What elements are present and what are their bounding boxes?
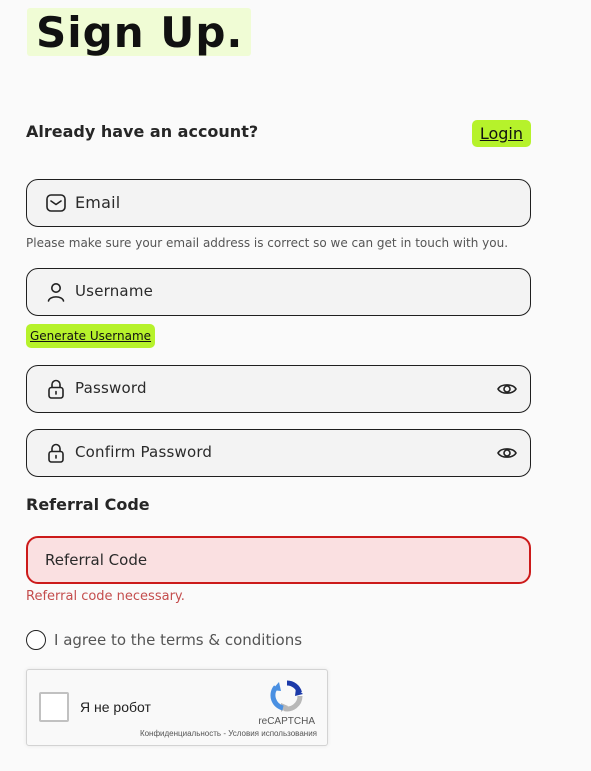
referral-error: Referral code necessary. <box>26 589 185 604</box>
page-title: Sign Up. <box>27 8 252 57</box>
eye-icon[interactable] <box>496 442 518 464</box>
email-hint: Please make sure your email address is c… <box>26 236 509 250</box>
terms-label[interactable]: I agree to the terms & conditions <box>54 631 302 649</box>
account-row: Already have an account? Login <box>26 120 531 148</box>
email-field[interactable]: Email <box>26 179 531 227</box>
recaptcha-terms-link[interactable]: Условия использования <box>228 729 317 738</box>
terms-checkbox[interactable] <box>26 630 46 650</box>
referral-heading: Referral Code <box>26 495 150 514</box>
login-link[interactable]: Login <box>471 120 531 147</box>
password-placeholder: Password <box>75 379 147 397</box>
recaptcha-links: Конфиденциальность - Условия использован… <box>140 729 317 738</box>
recaptcha-widget: Я не робот reCAPTCHA Конфиденциальность … <box>26 669 328 746</box>
username-placeholder: Username <box>75 282 154 300</box>
lock-icon <box>45 378 67 400</box>
lock-icon <box>45 442 67 464</box>
signup-page: Sign Up. Already have an account? Login … <box>0 0 591 771</box>
mail-icon <box>45 192 67 214</box>
username-field[interactable]: Username <box>26 268 531 316</box>
recaptcha-privacy-link[interactable]: Конфиденциальность <box>140 729 221 738</box>
recaptcha-label: Я не робот <box>80 699 151 715</box>
email-placeholder: Email <box>75 193 121 212</box>
recaptcha-checkbox[interactable] <box>39 692 69 722</box>
eye-icon[interactable] <box>496 378 518 400</box>
confirm-password-field[interactable]: Confirm Password <box>26 429 531 477</box>
referral-code-input[interactable]: Referral Code <box>26 536 531 584</box>
password-field[interactable]: Password <box>26 365 531 413</box>
generate-username-button[interactable]: Generate Username <box>26 324 156 348</box>
recaptcha-brand: reCAPTCHA <box>258 716 315 727</box>
referral-placeholder: Referral Code <box>45 551 148 569</box>
user-icon <box>45 281 67 303</box>
recaptcha-logo-icon <box>270 679 304 713</box>
confirm-password-placeholder: Confirm Password <box>75 443 213 461</box>
account-question: Already have an account? <box>26 122 259 141</box>
